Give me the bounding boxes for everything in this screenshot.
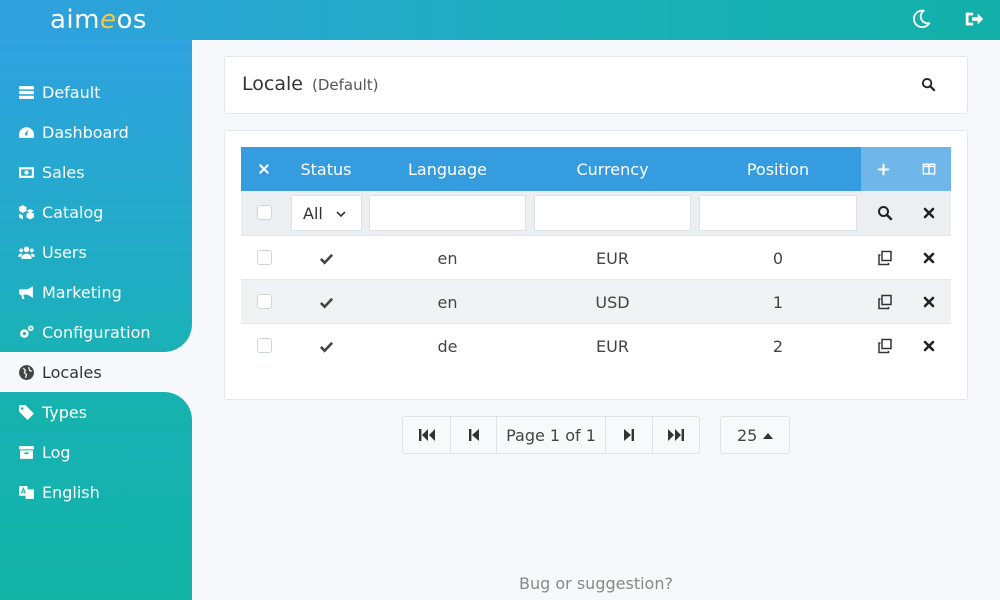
money-icon [16,162,36,182]
logout-icon[interactable] [963,8,985,30]
sidebar-item-sales[interactable]: Sales [0,152,192,192]
table-row[interactable]: de EUR 2 [241,323,951,367]
sidebar-item-marketing[interactable]: Marketing [0,272,192,312]
cell-language: en [437,248,458,268]
page-title: Locale (Default) [242,73,379,95]
sidebar-item-types[interactable]: Types [0,392,192,432]
table-row[interactable]: en EUR 0 [241,235,951,279]
sidebar-item-catalog[interactable]: Catalog [0,192,192,232]
gauge-icon [16,122,36,142]
status-check-icon [287,236,365,280]
sidebar-item-label: Default [42,82,101,102]
row-checkbox[interactable] [257,338,272,353]
cell-language: de [437,336,458,356]
archive-icon [16,442,36,462]
cell-currency: EUR [596,336,629,356]
sidebar-item-label: Catalog [42,202,104,222]
cell-language: en [437,292,458,312]
currency-filter-input[interactable] [534,195,691,231]
status-check-icon [287,324,365,368]
row-checkbox[interactable] [257,294,272,309]
delete-icon[interactable] [921,294,937,310]
sidebar-item-label: Sales [42,162,85,182]
filter-clear-icon[interactable] [921,205,937,221]
copy-icon[interactable] [877,338,893,354]
language-filter-input[interactable] [369,195,526,231]
copy-icon[interactable] [877,250,893,266]
table-row[interactable]: en USD 1 [241,279,951,323]
users-icon [16,242,36,262]
cell-currency: USD [595,292,630,312]
chevron-down-icon [336,211,346,218]
language-icon [16,482,36,502]
column-header-position[interactable]: Position [695,147,861,191]
columns-icon[interactable] [906,147,951,191]
sidebar-item-locales[interactable]: Locales [0,352,192,392]
filter-search-icon[interactable] [877,205,893,221]
previous-page-icon [468,429,479,441]
status-check-icon [287,280,365,324]
first-page-button[interactable] [403,417,451,453]
select-all-checkbox[interactable] [257,205,272,220]
position-filter-input[interactable] [699,195,857,231]
next-page-button[interactable] [606,417,653,453]
sidebar-item-label: Dashboard [42,122,129,142]
sidebar-item-users[interactable]: Users [0,232,192,272]
cubes-icon [16,202,36,222]
sidebar-item-label: Users [42,242,87,262]
sidebar-item-label: Marketing [42,282,122,302]
sidebar-item-dashboard[interactable]: Dashboard [0,112,192,152]
aimeos-logo[interactable]: aimeos [50,5,147,37]
delete-icon[interactable] [921,250,937,266]
filter-row: All [241,191,951,235]
sidebar-item-label: Configuration [42,322,151,342]
column-header-status[interactable]: Status [287,147,365,191]
sidebar-item-configuration[interactable]: Configuration [0,312,192,352]
sidebar-item-label: Locales [42,362,102,382]
server-icon [16,82,36,102]
copy-icon[interactable] [877,294,893,310]
previous-page-button[interactable] [451,417,497,453]
sidebar-item-english[interactable]: English [0,472,192,512]
delete-icon[interactable] [921,338,937,354]
bullhorn-icon [16,282,36,302]
sidebar-item-log[interactable]: Log [0,432,192,472]
column-header-currency[interactable]: Currency [530,147,695,191]
add-icon[interactable] [861,147,906,191]
top-bar: aimeos [0,0,1000,40]
cell-position: 0 [772,248,784,268]
cell-currency: EUR [596,248,629,268]
page-subtitle: (Default) [311,76,379,94]
search-icon[interactable] [921,77,939,95]
pagination: Page 1 of 1 [402,416,700,454]
locale-table-card: Status Language Currency Position All en… [224,130,968,400]
globe-icon [16,362,36,382]
sidebar-item-label: English [42,482,100,502]
caret-up-icon [763,433,773,439]
tag-icon [16,402,36,422]
sidebar-item-label: Log [42,442,71,462]
page-header: Locale (Default) [224,56,968,114]
sidebar-item-label: Types [42,402,88,422]
column-header-language[interactable]: Language [365,147,530,191]
next-page-icon [624,429,634,441]
bug-report-link[interactable]: Bug or suggestion? [192,574,1000,593]
last-page-icon [668,429,684,441]
page-indicator: Page 1 of 1 [497,417,606,453]
row-checkbox[interactable] [257,250,272,265]
first-page-icon [418,429,435,441]
sidebar-item-default[interactable]: Default [0,72,192,112]
unselect-all-icon[interactable] [241,147,287,191]
page-size-dropdown[interactable]: 25 [720,416,790,454]
table-header: Status Language Currency Position [241,147,951,191]
cell-position: 2 [772,336,784,356]
cogs-icon [16,322,36,342]
cell-position: 1 [772,292,784,312]
status-filter-select[interactable]: All [291,195,362,231]
last-page-button[interactable] [653,417,699,453]
dark-mode-moon-icon[interactable] [910,8,932,30]
